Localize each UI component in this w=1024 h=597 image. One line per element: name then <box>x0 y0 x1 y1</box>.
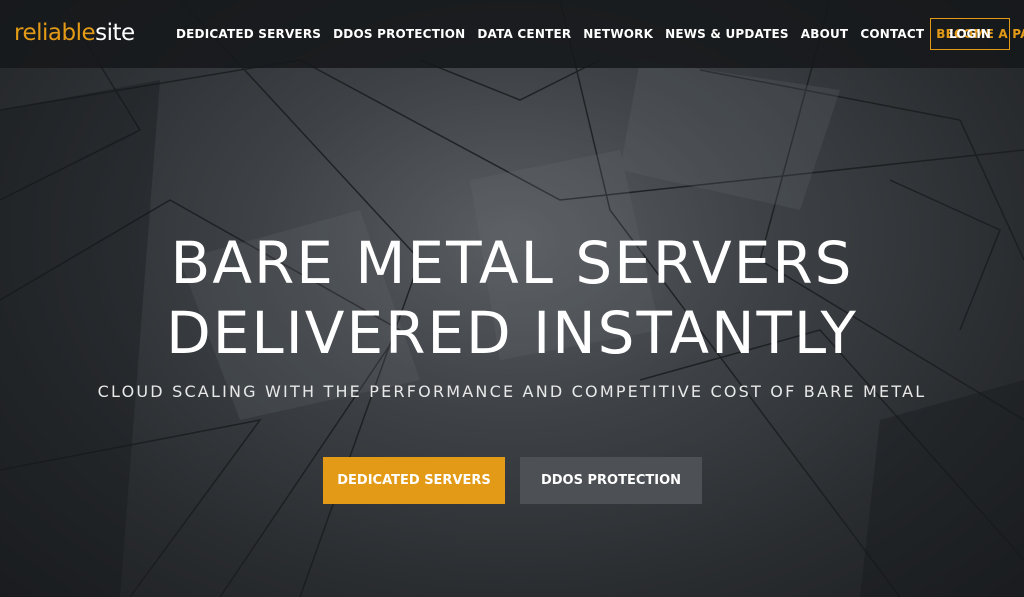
login-button[interactable]: LOGIN <box>930 18 1010 50</box>
nav-news-updates[interactable]: NEWS & UPDATES <box>665 27 789 41</box>
nav-data-center[interactable]: DATA CENTER <box>477 27 571 41</box>
dedicated-servers-button[interactable]: DEDICATED SERVERS <box>323 457 505 504</box>
hero-headline: BARE METAL SERVERS DELIVERED INSTANTLY <box>0 228 1024 368</box>
nav-contact[interactable]: CONTACT <box>860 27 924 41</box>
ddos-protection-button[interactable]: DDOS PROTECTION <box>520 457 702 504</box>
nav-about[interactable]: ABOUT <box>801 27 849 41</box>
logo-text-site: site <box>95 20 135 46</box>
nav-ddos-protection[interactable]: DDOS PROTECTION <box>333 27 465 41</box>
reliablesite-logo[interactable]: reliablesite <box>14 20 135 46</box>
nav-dedicated-servers[interactable]: DEDICATED SERVERS <box>176 27 321 41</box>
top-navigation-bar: reliablesite DEDICATED SERVERS DDOS PROT… <box>0 0 1024 68</box>
main-nav: DEDICATED SERVERS DDOS PROTECTION DATA C… <box>176 27 1024 41</box>
hero-subheadline: CLOUD SCALING WITH THE PERFORMANCE AND C… <box>97 382 927 401</box>
nav-network[interactable]: NETWORK <box>583 27 653 41</box>
headline-line-1: BARE METAL SERVERS <box>170 229 854 297</box>
logo-text-reliable: reliable <box>14 20 96 46</box>
headline-line-2: DELIVERED INSTANTLY <box>166 299 858 367</box>
